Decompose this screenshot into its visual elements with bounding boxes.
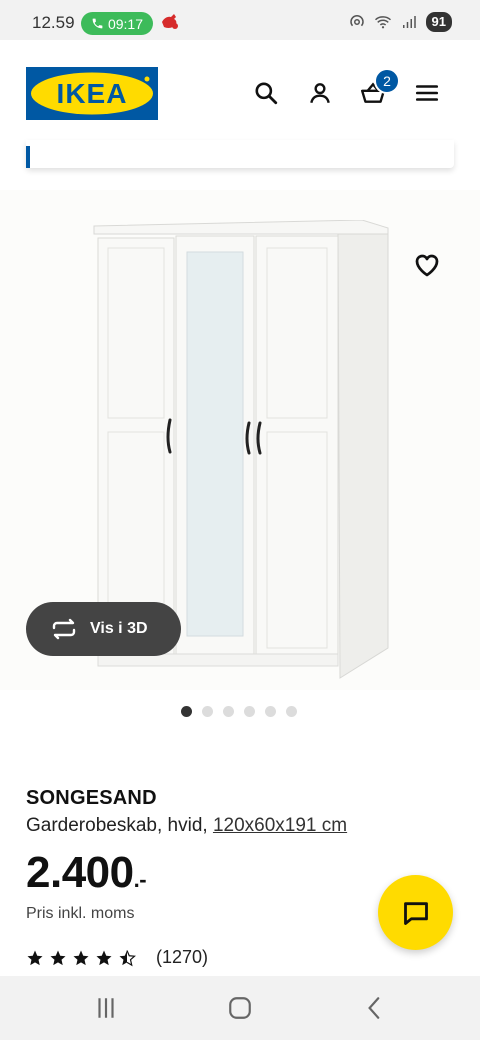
product-dimensions-link[interactable]: 120x60x191 cm xyxy=(213,815,347,836)
menu-button[interactable] xyxy=(412,78,442,108)
gallery-dot[interactable] xyxy=(286,706,297,717)
heart-icon xyxy=(415,254,439,277)
back-button[interactable] xyxy=(360,994,390,1022)
gallery-dot[interactable] xyxy=(202,706,213,717)
home-button[interactable] xyxy=(225,994,255,1022)
rating-stars xyxy=(26,949,136,967)
star-icon xyxy=(96,950,112,965)
product-price: 2.400.- xyxy=(26,848,147,898)
product-rating[interactable]: (1270) xyxy=(26,947,208,968)
recents-icon xyxy=(98,998,114,1018)
accent-bar xyxy=(26,146,30,168)
phone-icon xyxy=(92,18,103,29)
price-amount: 2.400 xyxy=(26,848,134,897)
recents-button[interactable] xyxy=(91,994,121,1022)
user-icon xyxy=(310,83,330,104)
back-icon xyxy=(368,997,380,1019)
cart-count-badge[interactable]: 2 xyxy=(374,68,400,94)
star-icon xyxy=(27,950,43,965)
hotspot-icon xyxy=(349,15,364,27)
hamburger-icon xyxy=(415,85,439,101)
home-icon xyxy=(229,997,251,1019)
view-3d-button[interactable]: Vis i 3D xyxy=(26,602,181,656)
gallery-pagination[interactable] xyxy=(181,706,297,717)
product-description: Garderobeskab, hvid, 120x60x191 cm xyxy=(26,815,347,837)
star-icon xyxy=(50,950,66,965)
gallery-dot[interactable] xyxy=(265,706,276,717)
call-timer: 09:17 xyxy=(107,15,144,32)
view-3d-label: Vis i 3D xyxy=(90,620,148,637)
signal-icon xyxy=(402,16,416,28)
price-note: Pris inkl. moms xyxy=(26,905,135,922)
search-button[interactable] xyxy=(251,78,281,108)
rating-count: (1270) xyxy=(156,947,209,967)
product-name: SONGESAND xyxy=(26,787,157,809)
battery-level: 91 xyxy=(425,12,452,32)
half-star-icon xyxy=(119,949,136,966)
gallery-dot[interactable] xyxy=(223,706,234,717)
call-indicator[interactable]: 09:17 xyxy=(81,12,153,35)
price-suffix: .- xyxy=(133,867,147,892)
gallery-dot[interactable] xyxy=(181,706,192,717)
star-icon xyxy=(73,950,89,965)
status-time: 12.59 xyxy=(32,13,75,32)
gallery-dot[interactable] xyxy=(244,706,255,717)
favourite-button[interactable] xyxy=(412,250,442,280)
svg-text:IKEA: IKEA xyxy=(57,78,128,109)
chat-button[interactable] xyxy=(378,875,453,950)
system-nav-bar xyxy=(0,976,480,1040)
product-type: Garderobeskab, hvid, xyxy=(26,815,208,836)
ikea-logo[interactable]: IKEA xyxy=(26,67,158,120)
app-header: IKEA xyxy=(0,40,480,140)
notification-icon xyxy=(162,14,178,29)
rotate-3d-icon xyxy=(52,618,76,640)
status-bar: 12.59 09:17 91 xyxy=(0,0,480,40)
sticky-info-card xyxy=(26,140,454,168)
chat-icon xyxy=(403,901,428,925)
profile-button[interactable] xyxy=(305,78,335,108)
wifi-icon xyxy=(374,16,391,29)
search-icon xyxy=(255,82,278,105)
